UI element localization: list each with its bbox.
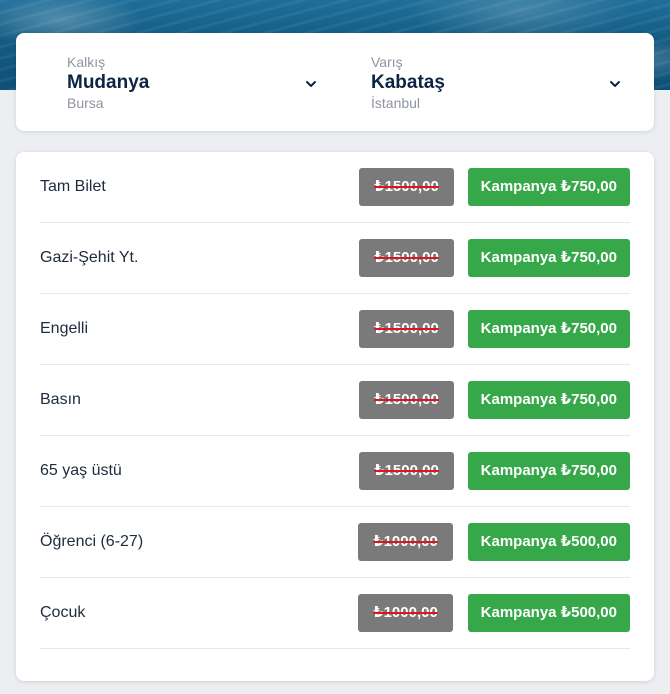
route-selector: Kalkış Mudanya Bursa Varış Kabataş İstan… <box>16 33 654 131</box>
fare-name: 65 yaş üstü <box>40 462 122 479</box>
old-price-badge: ₺1500,00 <box>359 239 454 277</box>
campaign-price-button[interactable]: Kampanya ₺750,00 <box>467 381 630 419</box>
old-price-badge: ₺1500,00 <box>359 381 454 419</box>
departure-select[interactable]: Kalkış Mudanya Bursa <box>67 53 327 113</box>
campaign-price-button[interactable]: Kampanya ₺750,00 <box>467 168 630 206</box>
chevron-down-icon[interactable] <box>608 77 622 91</box>
campaign-price-button[interactable]: Kampanya ₺750,00 <box>467 310 630 348</box>
old-price-badge: ₺1500,00 <box>359 452 454 490</box>
campaign-price-button[interactable]: Kampanya ₺750,00 <box>467 239 630 277</box>
old-price-badge: ₺1500,00 <box>359 310 454 348</box>
arrival-select[interactable]: Varış Kabataş İstanbul <box>371 53 631 113</box>
fare-row: Öğrenci (6-27) ₺1000,00 Kampanya ₺500,00 <box>40 507 630 578</box>
departure-region: Bursa <box>67 95 104 111</box>
fare-row: Çocuk ₺1000,00 Kampanya ₺500,00 <box>40 578 630 649</box>
departure-label: Kalkış <box>67 54 106 70</box>
fare-name: Çocuk <box>40 604 86 621</box>
old-price-badge: ₺1000,00 <box>358 523 453 561</box>
fare-list: Tam Bilet ₺1500,00 Kampanya ₺750,00 Gazi… <box>40 152 630 649</box>
arrival-label: Varış <box>371 54 403 70</box>
old-price-badge: ₺1500,00 <box>359 168 454 206</box>
fare-name: Tam Bilet <box>40 178 106 195</box>
fare-row: Engelli ₺1500,00 Kampanya ₺750,00 <box>40 294 630 365</box>
fare-name: Öğrenci (6-27) <box>40 533 144 550</box>
chevron-down-icon[interactable] <box>304 77 318 91</box>
fare-row: Tam Bilet ₺1500,00 Kampanya ₺750,00 <box>40 152 630 223</box>
fare-row: 65 yaş üstü ₺1500,00 Kampanya ₺750,00 <box>40 436 630 507</box>
fare-list-card: Tam Bilet ₺1500,00 Kampanya ₺750,00 Gazi… <box>16 152 654 681</box>
campaign-price-button[interactable]: Kampanya ₺500,00 <box>467 523 630 561</box>
fare-name: Basın <box>40 391 81 408</box>
old-price-badge: ₺1000,00 <box>358 594 453 632</box>
fare-row: Gazi-Şehit Yt. ₺1500,00 Kampanya ₺750,00 <box>40 223 630 294</box>
fare-name: Gazi-Şehit Yt. <box>40 249 139 266</box>
arrival-region: İstanbul <box>371 95 421 111</box>
fare-name: Engelli <box>40 320 89 337</box>
campaign-price-button[interactable]: Kampanya ₺500,00 <box>467 594 630 632</box>
departure-city: Mudanya <box>67 72 150 93</box>
campaign-price-button[interactable]: Kampanya ₺750,00 <box>467 452 630 490</box>
arrival-city: Kabataş <box>371 72 445 93</box>
fare-row: Basın ₺1500,00 Kampanya ₺750,00 <box>40 365 630 436</box>
